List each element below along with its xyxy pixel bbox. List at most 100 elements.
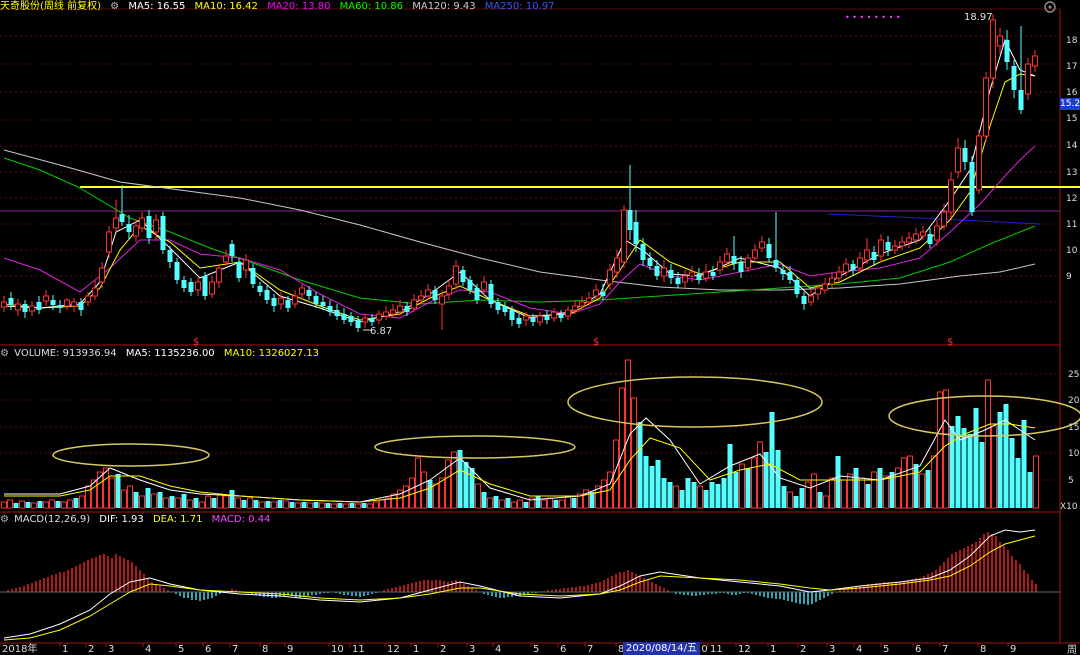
volume-bar bbox=[673, 485, 679, 509]
settings-gear-icon[interactable]: ⚙ bbox=[110, 1, 119, 12]
candle-body bbox=[551, 311, 557, 319]
period-label[interactable]: 周 bbox=[1067, 644, 1077, 655]
macd-dif-value: DIF: 1.93 bbox=[99, 514, 144, 525]
low-price-label: 6.87 bbox=[370, 326, 392, 337]
candle-body bbox=[941, 211, 947, 227]
volume-bar bbox=[697, 485, 703, 509]
signal-mark: $ bbox=[947, 337, 953, 348]
volume-bar bbox=[313, 502, 319, 508]
candle-body bbox=[934, 225, 940, 241]
volume-bar bbox=[835, 456, 841, 508]
volume-bar bbox=[277, 500, 283, 508]
candle-body bbox=[647, 258, 653, 266]
candle-body bbox=[544, 316, 550, 320]
volume-bar bbox=[475, 483, 481, 509]
candle-body bbox=[390, 309, 396, 315]
candle-body bbox=[146, 216, 152, 238]
candle-body bbox=[627, 210, 633, 230]
candle-body bbox=[675, 278, 681, 284]
volume-bar bbox=[1, 501, 7, 509]
volume-bar bbox=[853, 468, 859, 508]
volume-bar bbox=[793, 496, 799, 508]
candle-body bbox=[654, 266, 660, 276]
candle-body bbox=[78, 302, 84, 310]
candle-body bbox=[411, 299, 417, 309]
candle-body bbox=[878, 239, 884, 257]
ma120-value: MA120: 9.43 bbox=[412, 1, 476, 12]
volume-bar bbox=[103, 467, 109, 509]
settings-gear-icon[interactable]: ⚙ bbox=[0, 348, 9, 359]
candle-body bbox=[502, 306, 508, 312]
candle-body bbox=[195, 281, 201, 291]
volume-bar bbox=[997, 412, 1003, 508]
ma20-value: MA20: 13.80 bbox=[267, 1, 331, 12]
volume-bar bbox=[481, 492, 487, 508]
candle-body bbox=[453, 265, 459, 285]
volume-bar bbox=[847, 473, 853, 509]
volume-bar bbox=[919, 473, 925, 509]
settings-gear-icon[interactable]: ⚙ bbox=[0, 514, 9, 525]
stock-chart-canvas[interactable]: • • • • • • • • 18.97 6.87 1817161514131… bbox=[0, 0, 1080, 655]
volume-bar bbox=[391, 493, 397, 509]
volume-bar bbox=[1003, 404, 1009, 508]
candle-body bbox=[565, 309, 571, 317]
stock-name[interactable]: 天奇股份 bbox=[0, 1, 40, 12]
candle-body bbox=[621, 209, 627, 263]
volume-bar bbox=[7, 499, 13, 509]
volume-bar bbox=[325, 503, 331, 508]
volume-bar bbox=[427, 480, 433, 508]
candle-body bbox=[64, 299, 70, 307]
candle-body bbox=[892, 245, 898, 251]
candle-body bbox=[836, 271, 842, 279]
candle-body bbox=[376, 313, 382, 321]
time-tick-label: 5 bbox=[178, 644, 184, 655]
candle-body bbox=[579, 301, 585, 307]
candle-body bbox=[913, 233, 919, 241]
candle-body bbox=[668, 270, 674, 278]
volume-bar bbox=[925, 470, 931, 508]
candle-body bbox=[8, 298, 14, 305]
candle-body bbox=[955, 147, 961, 173]
volume-bar bbox=[787, 491, 793, 509]
candle-body bbox=[509, 310, 515, 320]
candle-body bbox=[202, 276, 208, 296]
candle-body bbox=[780, 270, 786, 274]
candle-body bbox=[181, 280, 187, 288]
candle-body bbox=[383, 311, 389, 317]
volume-bar bbox=[841, 479, 847, 509]
volume-bar bbox=[805, 481, 811, 509]
candle-body bbox=[250, 268, 256, 284]
volume-bar bbox=[361, 503, 367, 508]
candle-body bbox=[572, 305, 578, 311]
candle-body bbox=[808, 295, 814, 303]
volume-bar bbox=[331, 503, 337, 509]
time-tick-label: 1 bbox=[62, 644, 68, 655]
time-tick-label: 7 bbox=[942, 644, 948, 655]
volume-bar bbox=[757, 441, 763, 509]
candle-body bbox=[1011, 66, 1017, 90]
candle-body bbox=[927, 234, 933, 244]
volume-bar bbox=[127, 485, 133, 509]
volume-bar bbox=[451, 451, 457, 509]
time-tick-label: 11 bbox=[352, 644, 365, 655]
volume-bar bbox=[25, 502, 31, 508]
candle-body bbox=[990, 19, 996, 79]
candle-body bbox=[327, 306, 333, 312]
price-tick-label: 12 bbox=[1066, 194, 1077, 204]
candle-body bbox=[752, 249, 758, 259]
volume-bar bbox=[265, 501, 271, 508]
candle-body bbox=[710, 272, 716, 276]
volume-bar bbox=[955, 416, 961, 508]
candle-body bbox=[773, 260, 779, 268]
volume-bar bbox=[223, 495, 229, 509]
candle-body bbox=[306, 290, 312, 296]
candle-body bbox=[167, 250, 173, 262]
volume-bar bbox=[37, 501, 43, 508]
volume-bar bbox=[145, 488, 151, 508]
candle-body bbox=[71, 301, 77, 307]
candle-body bbox=[794, 280, 800, 294]
candle-body bbox=[369, 318, 375, 322]
period-mode[interactable]: (周线 前复权) bbox=[40, 1, 101, 12]
candle-body bbox=[633, 222, 639, 244]
volume-bar bbox=[601, 479, 607, 509]
